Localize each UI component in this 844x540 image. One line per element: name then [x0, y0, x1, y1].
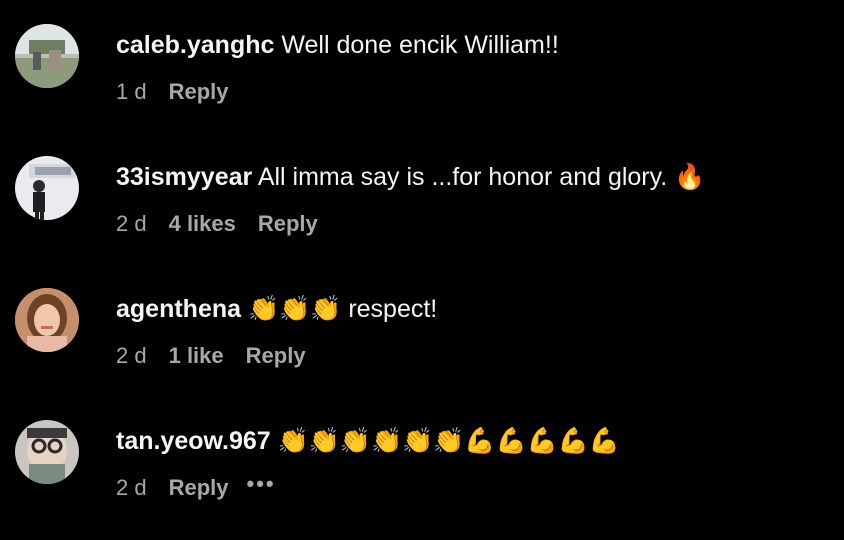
reply-button[interactable]: Reply [169, 79, 229, 104]
comment-text: All imma say is ...for honor and glory. … [257, 163, 706, 191]
comment-username[interactable]: tan.yeow.967 [116, 427, 271, 455]
comment-item: 33ismyyear All imma say is ...for honor … [0, 156, 844, 276]
avatar[interactable] [15, 24, 79, 88]
comment-line: 33ismyyear All imma say is ...for honor … [116, 162, 705, 192]
comment-line: tan.yeow.967 👏👏👏👏👏👏💪💪💪💪💪 [116, 426, 620, 456]
comment-timestamp: 2 d [116, 475, 147, 500]
comment-username[interactable]: agenthena [116, 295, 241, 323]
comment-text: 👏👏👏 respect! [247, 295, 438, 323]
comment-meta: 2 d 1 like Reply [116, 342, 306, 370]
avatar[interactable] [15, 156, 79, 220]
comment-text: Well done encik William!! [281, 31, 559, 59]
comment-timestamp: 2 d [116, 211, 147, 236]
likes-count-button[interactable]: 1 like [169, 343, 224, 368]
avatar[interactable] [15, 420, 79, 484]
comment-line: agenthena 👏👏👏 respect! [116, 294, 437, 324]
comment-line: caleb.yanghc Well done encik William!! [116, 30, 559, 60]
comment-timestamp: 2 d [116, 343, 147, 368]
comment-timestamp: 1 d [116, 79, 147, 104]
comment-meta: 2 d Reply ••• [116, 471, 276, 502]
reply-button[interactable]: Reply [246, 343, 306, 368]
comment-username[interactable]: 33ismyyear [116, 163, 252, 191]
comment-meta: 1 d Reply [116, 78, 229, 106]
reply-button[interactable]: Reply [169, 475, 229, 500]
avatar[interactable] [15, 288, 79, 352]
comment-item: agenthena 👏👏👏 respect! 2 d 1 like Reply [0, 288, 844, 408]
comment-item: caleb.yanghc Well done encik William!! 1… [0, 24, 844, 144]
reply-button[interactable]: Reply [258, 211, 318, 236]
more-options-icon[interactable]: ••• [247, 470, 276, 498]
comment-item: tan.yeow.967 👏👏👏👏👏👏💪💪💪💪💪 2 d Reply ••• [0, 420, 844, 540]
comment-text: 👏👏👏👏👏👏💪💪💪💪💪 [277, 427, 621, 455]
comment-meta: 2 d 4 likes Reply [116, 210, 318, 238]
likes-count-button[interactable]: 4 likes [169, 211, 236, 236]
comment-username[interactable]: caleb.yanghc [116, 31, 274, 59]
